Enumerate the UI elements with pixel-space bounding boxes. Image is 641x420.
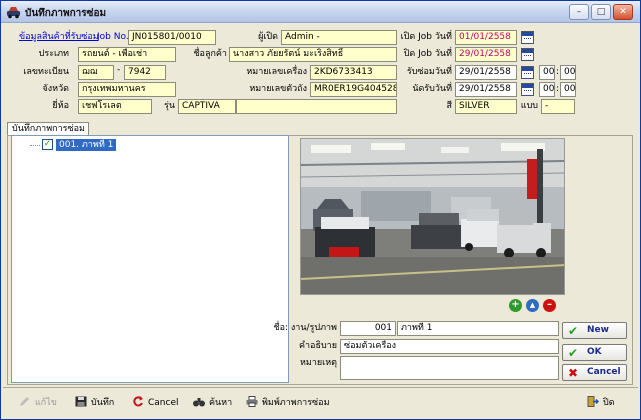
printer-icon [246, 395, 258, 407]
variant-label: แบบ [520, 101, 538, 111]
open-date-label: เปิด Job วันที่ [400, 32, 452, 42]
ok-button[interactable]: ✔ OK [562, 344, 627, 361]
reg-dash: - [117, 65, 121, 75]
minimize-button[interactable]: – [569, 4, 589, 20]
open-date-field[interactable]: 01/01/2558 [455, 30, 517, 45]
main-window: บันทึกภาพการซ่อม – □ ✕ ข้อมูลสินค้าที่รั… [0, 0, 641, 420]
variant-field[interactable]: - [541, 99, 575, 114]
model-field[interactable]: CAPTIVA [178, 99, 236, 114]
x-icon: ✖ [568, 366, 579, 380]
color-field[interactable]: SILVER [455, 99, 517, 114]
customer-label: ชื่อลูกค้า [193, 49, 227, 59]
appoint-date-label: นัดรับวันที่ [412, 84, 452, 94]
engine-no-field[interactable]: 2KD6733413 [310, 65, 397, 80]
toolbar-cancel-button[interactable]: Cancel [132, 393, 179, 413]
brand-label: ยี่ห้อ [52, 101, 69, 111]
reg-no-field[interactable]: 7942 [124, 65, 166, 80]
tree-connector [30, 145, 40, 146]
toolbar-separator [3, 387, 638, 388]
undo-icon [132, 395, 144, 407]
save-button[interactable]: บันทึก [75, 393, 114, 413]
type-label: ประเภท [38, 49, 69, 59]
appoint-minute-field[interactable]: 00 [560, 82, 576, 97]
description-field[interactable]: ซ่อมตัวเครื่อง [340, 339, 559, 354]
check-icon: ✔ [568, 346, 579, 360]
note-label: หมายเหตุ [299, 358, 337, 368]
toolbar-cancel-label: Cancel [148, 398, 179, 408]
opener-label: ผู้เปิด [258, 32, 278, 42]
new-button[interactable]: ✔ New [562, 322, 627, 339]
item-seq-field[interactable]: 001 [340, 321, 396, 336]
check-icon: ✔ [568, 324, 579, 338]
receive-hour-field[interactable]: 00 [539, 65, 555, 80]
move-up-icon[interactable]: ▲ [526, 299, 539, 312]
brand-field[interactable]: เชฟโรเลต [78, 99, 152, 114]
add-photo-icon[interactable]: + [509, 299, 522, 312]
binoculars-icon [193, 395, 205, 407]
exit-door-icon [587, 395, 600, 407]
reg-label: เลขทะเบียน [23, 67, 69, 77]
appoint-date-calendar-icon[interactable] [521, 83, 534, 96]
tab-repair-photos[interactable]: บันทึกภาพการซ่อม [7, 122, 89, 136]
maximize-button[interactable]: □ [591, 4, 611, 20]
cancel-button[interactable]: ✖ Cancel [562, 364, 627, 381]
receive-date-calendar-icon[interactable] [521, 66, 534, 79]
close-date-label: ปิด Job วันที่ [403, 49, 452, 59]
appoint-hour-field[interactable]: 00 [539, 82, 555, 97]
province-field[interactable]: กรุงเทพมหานคร [78, 82, 176, 97]
car-app-icon [7, 7, 20, 19]
color-label: สี [446, 101, 453, 111]
opener-field[interactable]: Admin - [281, 30, 397, 45]
type-field[interactable]: รถยนต์ - เพื่อเช่า [78, 47, 176, 62]
receive-time-sep: : [556, 67, 560, 77]
job-no-field[interactable]: JN015801/0010 [128, 30, 216, 45]
reg-prefix-field[interactable]: ฌฌ [78, 65, 114, 80]
print-button-label: พิมพ์ภาพการซ่อม [262, 398, 330, 408]
item-name-field[interactable]: ภาพที่ 1 [397, 321, 559, 336]
model-detail-field[interactable] [236, 99, 397, 114]
job-no-label: Job No. [97, 32, 129, 42]
appoint-time-sep: : [556, 84, 560, 94]
new-button-label: New [587, 325, 609, 335]
print-button[interactable]: พิมพ์ภาพการซ่อม [246, 393, 330, 413]
item-name-label: ชื่อ: งาน/รูปภาพ [273, 323, 337, 333]
exit-button-label: ปิด [603, 398, 615, 408]
photo-tree[interactable]: ✓ 001. ภาพที่ 1 [11, 135, 289, 383]
edit-button[interactable]: แก้ไข [19, 393, 57, 413]
chassis-no-field[interactable]: MR0ER19G40452860 [310, 82, 397, 97]
garage-photo-image [301, 139, 564, 294]
cancel-button-label: Cancel [587, 367, 621, 377]
ok-button-label: OK [587, 347, 602, 357]
receive-date-field[interactable]: 29/01/2558 [455, 65, 517, 80]
floppy-icon [75, 395, 87, 407]
pencil-icon [19, 395, 31, 406]
note-field[interactable] [340, 356, 559, 380]
repair-photo [300, 138, 565, 295]
engine-label: หมายเลขเครื่อง [246, 67, 307, 77]
model-label: รุ่น [164, 101, 175, 111]
customer-field[interactable]: นางสาว ภัยยรัตน์ มะเริงสิทธิ์ [229, 47, 397, 62]
open-date-calendar-icon[interactable] [521, 31, 534, 44]
search-button[interactable]: ค้นหา [193, 393, 232, 413]
close-date-field[interactable]: 29/01/2558 [455, 47, 517, 62]
window-title: บันทึกภาพการซ่อม [25, 8, 107, 19]
receive-date-label: รับซ่อมวันที่ [406, 67, 452, 77]
close-window-button[interactable]: ✕ [613, 4, 633, 20]
product-info-link[interactable]: ข้อมูลสินค้าที่รับซ่อม [19, 30, 99, 45]
province-label: จังหวัด [42, 84, 70, 94]
receive-minute-field[interactable]: 00 [560, 65, 576, 80]
exit-button[interactable]: ปิด [587, 393, 615, 413]
description-label: คำอธิบาย [298, 341, 337, 351]
appoint-date-field[interactable]: 29/01/2558 [455, 82, 517, 97]
tree-item-label[interactable]: 001. ภาพที่ 1 [56, 139, 117, 151]
edit-button-label: แก้ไข [35, 398, 57, 408]
remove-photo-icon[interactable]: – [543, 299, 556, 312]
search-button-label: ค้นหา [209, 398, 233, 408]
save-button-label: บันทึก [91, 398, 115, 408]
close-date-calendar-icon[interactable] [521, 48, 534, 61]
title-bar[interactable]: บันทึกภาพการซ่อม – □ ✕ [1, 1, 640, 23]
chassis-label: หมายเลขตัวถัง [249, 84, 307, 94]
tree-item-checkbox[interactable]: ✓ [42, 139, 53, 150]
